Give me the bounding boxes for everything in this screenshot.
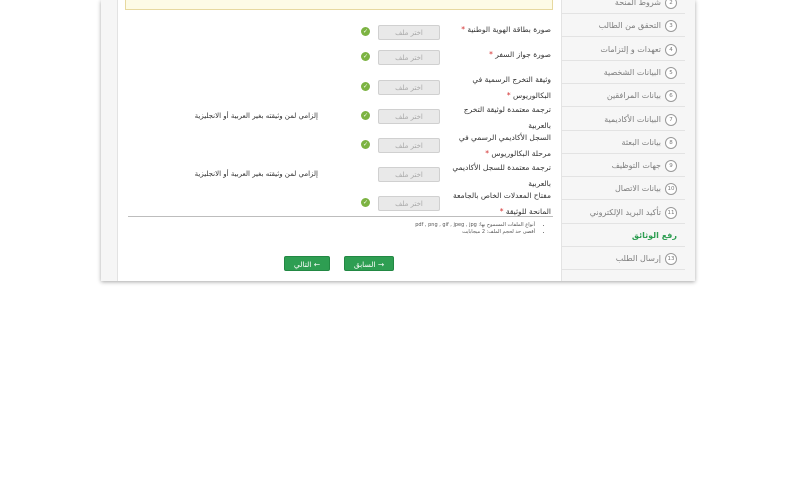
sidebar-step-item[interactable]: 5 البيانات الشخصية xyxy=(562,62,685,84)
required-mark: * xyxy=(485,149,489,158)
next-button[interactable]: التالي ← xyxy=(284,256,330,271)
prev-button[interactable]: السابق → xyxy=(344,256,394,271)
uploaded-check-icon: ✓ xyxy=(361,52,370,61)
step-number-badge: 9 xyxy=(665,160,677,173)
step-number-badge: 11 xyxy=(665,206,677,219)
step-number-badge: 6 xyxy=(665,90,677,103)
choose-file-button[interactable]: اختر ملف xyxy=(378,196,440,211)
document-label: صورة جواز السفر * xyxy=(447,47,551,63)
required-mark: * xyxy=(489,50,493,59)
step-number-badge: 2 xyxy=(665,0,677,9)
step-number-badge: 5 xyxy=(665,66,677,79)
sidebar-step-item[interactable]: 8 بيانات البعثة xyxy=(562,132,685,154)
divider xyxy=(128,216,553,217)
document-label-text: وثيقة التخرج الرسمية في البكالوريوس xyxy=(472,75,551,100)
uploaded-check-icon: ✓ xyxy=(361,82,370,91)
sidebar-step-item[interactable]: 13 إرسال الطلب xyxy=(562,248,685,271)
uploaded-check-icon: ✓ xyxy=(361,140,370,149)
translation-note: إلزامي لمن وثيقته بغير العربية أو الانجل… xyxy=(194,112,318,120)
document-label-text: صورة بطاقة الهوية الوطنية xyxy=(467,25,551,34)
step-number-badge: 13 xyxy=(665,253,677,266)
step-number-badge: 3 xyxy=(665,20,677,33)
sidebar-step-item[interactable]: 3 التحقق من الطالب xyxy=(562,15,685,38)
choose-file-button[interactable]: اختر ملف xyxy=(378,167,440,182)
step-label: بيانات البعثة xyxy=(621,137,661,147)
document-label: السجل الأكاديمي الرسمي في مرحلة البكالور… xyxy=(447,130,551,162)
step-label: تعهدات و إلتزامات xyxy=(600,44,661,54)
step-label: شروط المنحة xyxy=(614,0,661,7)
step-number-badge: 4 xyxy=(665,43,677,56)
step-label: تأكيد البريد الإلكتروني xyxy=(589,207,661,217)
upload-row: صورة جواز السفر * اختر ملف ✓ xyxy=(118,47,561,67)
upload-row: ترجمة معتمدة لوثيقة التخرج بالعربية اختر … xyxy=(118,102,561,130)
choose-file-button[interactable]: اختر ملف xyxy=(378,138,440,153)
upload-row: مفتاح المعدلات الخاص بالجامعة المانحة لل… xyxy=(118,188,561,218)
documents-upload-panel: صورة بطاقة الهوية الوطنية * اختر ملف ✓ صورة… xyxy=(117,0,562,281)
document-label-text: صورة جواز السفر xyxy=(495,50,551,59)
application-window: صورة بطاقة الهوية الوطنية * اختر ملف ✓ صورة… xyxy=(101,0,695,281)
document-label-text: ترجمة معتمدة للسجل الأكاديمي بالعربية xyxy=(452,163,551,188)
document-label-text: مفتاح المعدلات الخاص بالجامعة المانحة لل… xyxy=(453,191,551,216)
step-label: إرسال الطلب xyxy=(615,254,661,264)
sidebar-step-item[interactable]: 7 البيانات الأكاديمية xyxy=(562,109,685,131)
uploaded-check-icon: ✓ xyxy=(361,27,370,36)
upload-row: وثيقة التخرج الرسمية في البكالوريوس * اخت… xyxy=(118,72,561,102)
choose-file-button[interactable]: اختر ملف xyxy=(378,50,440,65)
required-mark: * xyxy=(499,207,504,216)
upload-row: صورة بطاقة الهوية الوطنية * اختر ملف ✓ xyxy=(118,22,561,42)
file-hints: أنواع الملفات المسموح بها: pdf , png , g… xyxy=(368,222,543,236)
document-label-text: السجل الأكاديمي الرسمي في مرحلة البكالور… xyxy=(458,133,551,158)
uploaded-check-icon: ✓ xyxy=(361,111,370,120)
document-label-text: ترجمة معتمدة لوثيقة التخرج بالعربية xyxy=(463,105,551,130)
sidebar-step-item[interactable]: 9 جهات التوظيف xyxy=(562,155,685,178)
document-label: وثيقة التخرج الرسمية في البكالوريوس * xyxy=(447,72,551,104)
required-mark: * xyxy=(506,91,511,100)
upload-row: ترجمة معتمدة للسجل الأكاديمي بالعربية اخت… xyxy=(118,160,561,188)
choose-file-button[interactable]: اختر ملف xyxy=(378,109,440,124)
step-number-badge: 7 xyxy=(665,113,677,126)
step-number-badge: 8 xyxy=(665,136,677,149)
step-label: البيانات الشخصية xyxy=(603,67,661,77)
sidebar-step-item[interactable]: رفع الوثائق xyxy=(562,225,685,247)
sidebar-step-item[interactable]: 10 بيانات الاتصال xyxy=(562,178,685,201)
sidebar-step-item[interactable]: 11 تأكيد البريد الإلكتروني xyxy=(562,202,685,224)
upload-row: السجل الأكاديمي الرسمي في مرحلة البكالور… xyxy=(118,130,561,160)
sidebar-step-item[interactable]: 4 تعهدات و إلتزامات xyxy=(562,39,685,61)
allowed-types-hint: أنواع الملفات المسموح بها: pdf , png , g… xyxy=(368,222,535,229)
document-label: صورة بطاقة الهوية الوطنية * xyxy=(447,22,551,38)
step-label: البيانات الأكاديمية xyxy=(604,114,661,124)
notice-banner xyxy=(125,0,553,10)
step-number-badge: 10 xyxy=(665,183,677,196)
required-mark: * xyxy=(461,25,465,34)
sidebar-step-item[interactable]: 6 بيانات المرافقين xyxy=(562,85,685,108)
step-label: التحقق من الطالب xyxy=(598,21,661,31)
step-label: رفع الوثائق xyxy=(631,231,677,240)
max-size-hint: أقصى حد لحجم الملف: 2 ميجابايت xyxy=(368,229,535,236)
translation-note: إلزامي لمن وثيقته بغير العربية أو الانجل… xyxy=(194,170,318,178)
sidebar-step-item[interactable]: 2 شروط المنحة xyxy=(562,0,685,14)
choose-file-button[interactable]: اختر ملف xyxy=(378,80,440,95)
step-label: بيانات الاتصال xyxy=(614,184,661,194)
uploaded-check-icon: ✓ xyxy=(361,198,370,207)
step-label: بيانات المرافقين xyxy=(606,91,661,101)
choose-file-button[interactable]: اختر ملف xyxy=(378,25,440,40)
step-label: جهات التوظيف xyxy=(611,161,661,171)
